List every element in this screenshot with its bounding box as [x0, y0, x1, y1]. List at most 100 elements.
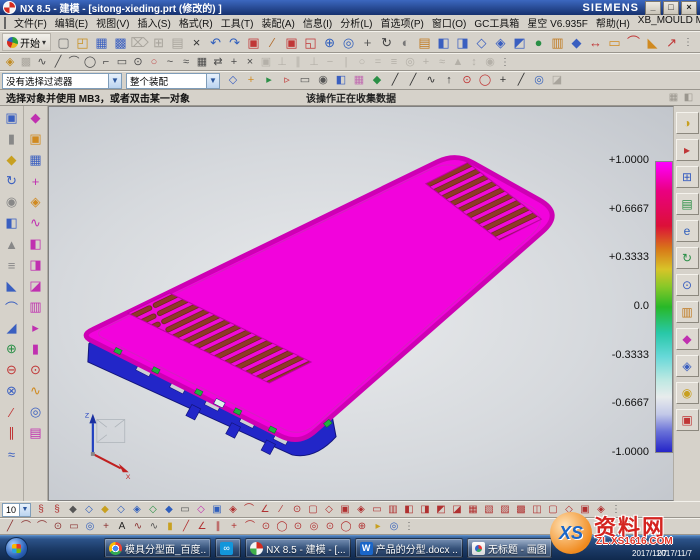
maximize-button[interactable]: □: [663, 1, 679, 15]
arc-curve-icon[interactable]: ⌒: [18, 520, 34, 533]
concentric-icon[interactable]: ◎: [402, 55, 418, 69]
deviation-icon[interactable]: ↗: [662, 34, 681, 51]
slider-lifter-icon[interactable]: ▸: [26, 318, 46, 338]
zoom-in-icon[interactable]: ⊕: [320, 34, 339, 51]
spline-filter-icon[interactable]: ∿: [422, 74, 440, 88]
left-view-icon[interactable]: ▥: [385, 503, 401, 516]
uniform-scale-icon[interactable]: ↕: [466, 55, 482, 69]
vertical-constraint-icon[interactable]: |: [338, 55, 354, 69]
cavity-layout-icon[interactable]: ▦: [26, 150, 46, 170]
trimetric-view-icon[interactable]: ◪: [449, 503, 465, 516]
chamfer-icon[interactable]: ◢: [2, 318, 22, 338]
unite-icon[interactable]: ⊕: [2, 339, 22, 359]
minimize-button[interactable]: _: [645, 1, 661, 15]
rib-icon[interactable]: ≡: [2, 255, 22, 275]
extrude-icon[interactable]: ◆: [2, 150, 22, 170]
system-materials-icon[interactable]: ▥: [676, 301, 699, 323]
mold-wizard-icon[interactable]: ◆: [26, 108, 46, 128]
angled-line-icon[interactable]: ∠: [257, 503, 273, 516]
redo-icon[interactable]: ↷: [225, 34, 244, 51]
arc-icon[interactable]: ⌒: [66, 55, 82, 69]
pan-icon[interactable]: +: [358, 34, 377, 51]
offset-region-icon[interactable]: ◇: [113, 503, 129, 516]
ellipse-icon[interactable]: ○: [146, 55, 162, 69]
menu-item[interactable]: 装配(A): [257, 15, 298, 30]
enable-snap-icon[interactable]: +: [242, 74, 260, 88]
menu-item[interactable]: 格式(R): [175, 15, 217, 30]
orient-cube-icon[interactable]: ◫: [529, 503, 545, 516]
zoom-cube-icon[interactable]: ▨: [497, 503, 513, 516]
symmetric-icon[interactable]: ≈: [434, 55, 450, 69]
mold-csys-icon[interactable]: +: [26, 171, 46, 191]
true-shading-icon[interactable]: ▥: [548, 34, 567, 51]
solid-body-filter-icon[interactable]: ◧: [332, 74, 350, 88]
pan-cube-icon[interactable]: ▧: [481, 503, 497, 516]
circle-filter-icon[interactable]: ◯: [476, 74, 494, 88]
collinear-icon[interactable]: ≡: [386, 55, 402, 69]
open-file-icon[interactable]: ◰: [73, 34, 92, 51]
lattice-filter-icon[interactable]: ▦: [350, 74, 368, 88]
taskbar-item-wps[interactable]: W 产品的分型.docx ..: [355, 538, 463, 558]
pen-display-icon[interactable]: ∕: [263, 34, 282, 51]
move-face-icon[interactable]: ◇: [81, 503, 97, 516]
tangent-constraint-icon[interactable]: ○: [354, 55, 370, 69]
circle5-icon[interactable]: ⊙: [322, 520, 338, 533]
snap-point-icon[interactable]: ◇: [224, 74, 242, 88]
save-as-icon[interactable]: ▩: [111, 34, 130, 51]
curve-analysis-icon[interactable]: ⌒: [624, 34, 643, 51]
cut-icon[interactable]: ⌦: [130, 34, 149, 51]
line-filter-icon[interactable]: ╱: [512, 74, 530, 88]
part-navigator-icon[interactable]: ▤: [676, 193, 699, 215]
linear-reuse-icon[interactable]: ◆: [161, 503, 177, 516]
circle6-icon[interactable]: ◯: [338, 520, 354, 533]
internet-explorer-icon[interactable]: e: [676, 220, 699, 242]
paste-icon[interactable]: ▤: [168, 34, 187, 51]
taskbar-item-chrome[interactable]: 模具分型面_百度..: [104, 538, 211, 558]
cloud-curve-icon[interactable]: ∿: [130, 520, 146, 533]
curve-filter-icon[interactable]: ╱: [404, 74, 422, 88]
selection-filter-combo[interactable]: 没有选择过滤器 ▼: [2, 73, 122, 89]
dialog-rail-icon[interactable]: ◧: [681, 92, 696, 104]
toolbar-overflow-icon[interactable]: ⋮: [683, 37, 693, 48]
viewport-canvas[interactable]: X Z: [49, 107, 673, 500]
menu-item[interactable]: 首选项(P): [377, 15, 428, 30]
perpendicular-constraint-icon[interactable]: ⊥: [306, 55, 322, 69]
menu-item[interactable]: 插入(S): [133, 15, 174, 30]
start-button[interactable]: [5, 537, 28, 560]
save-icon[interactable]: ▦: [92, 34, 111, 51]
fillet-icon[interactable]: ⌐: [98, 55, 114, 69]
fit-window-icon[interactable]: ▣: [282, 34, 301, 51]
grid-size-combo[interactable]: 10 ▼: [2, 503, 31, 517]
front-view-icon[interactable]: ◈: [353, 503, 369, 516]
cross-dim-icon[interactable]: +: [226, 520, 242, 533]
history-icon[interactable]: ⊙: [676, 274, 699, 296]
menu-item[interactable]: GC工具箱: [470, 15, 523, 30]
boss-icon[interactable]: ▲: [2, 234, 22, 254]
parallel-constraint-icon[interactable]: ∥: [290, 55, 306, 69]
offset-curve-icon[interactable]: ≈: [178, 55, 194, 69]
user-tools-icon[interactable]: ◉: [676, 382, 699, 404]
plus-filter-icon[interactable]: +: [494, 74, 512, 88]
rectangle-icon[interactable]: ▭: [114, 55, 130, 69]
process-studio-icon[interactable]: ◆: [676, 328, 699, 350]
marquee-region-icon[interactable]: ▭: [177, 503, 193, 516]
parting-surface-icon[interactable]: ◧: [26, 234, 46, 254]
delete-icon[interactable]: ×: [187, 34, 206, 51]
rotate-cube-icon[interactable]: ▦: [465, 503, 481, 516]
show-constraints-icon[interactable]: ⊥: [274, 55, 290, 69]
assembly-navigator-icon[interactable]: ▸: [676, 139, 699, 161]
zoom-window-icon[interactable]: ◱: [301, 34, 320, 51]
cube-display-icon[interactable]: ◆: [65, 503, 81, 516]
intersect-icon[interactable]: ⊗: [2, 381, 22, 401]
line-icon[interactable]: ╱: [50, 55, 66, 69]
replace-face-icon[interactable]: ◈: [129, 503, 145, 516]
trim-mold-icon[interactable]: ◪: [26, 276, 46, 296]
circle3-icon[interactable]: ⊙: [290, 520, 306, 533]
circle2-icon[interactable]: ◯: [274, 520, 290, 533]
subtract-icon[interactable]: ⊖: [2, 360, 22, 380]
intersection-point-icon[interactable]: +: [226, 55, 242, 69]
pull-face-icon[interactable]: ◆: [97, 503, 113, 516]
quick-trim-icon[interactable]: ×: [242, 55, 258, 69]
draft-analysis-icon[interactable]: ◣: [643, 34, 662, 51]
reuse-library-icon[interactable]: ↻: [676, 247, 699, 269]
